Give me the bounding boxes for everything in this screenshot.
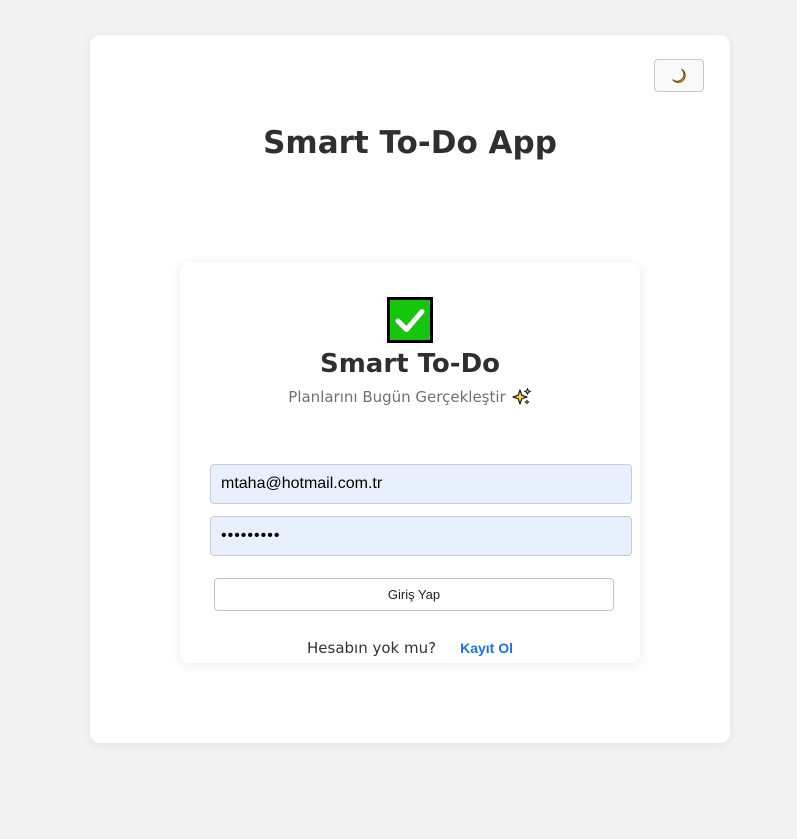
email-field[interactable] (210, 464, 632, 504)
subtitle: Planlarını Bugün Gerçekleştir (180, 386, 640, 408)
page-title: Smart To-Do App (263, 125, 557, 161)
login-button[interactable]: Giriş Yap (214, 578, 614, 611)
subtitle-text: Planlarını Bugün Gerçekleştir (288, 388, 506, 406)
password-field[interactable] (210, 516, 632, 556)
register-prompt-text: Hesabın yok mu? (307, 639, 437, 657)
app-container: Smart To-Do App Smart To-Do Planlarını B… (90, 35, 730, 743)
register-prompt: Hesabın yok mu? Kayıt Ol (180, 637, 640, 659)
sparkles-icon (512, 388, 531, 405)
register-link[interactable]: Kayıt Ol (460, 637, 513, 659)
theme-toggle-button[interactable] (654, 59, 704, 92)
login-title: Smart To-Do (319, 349, 501, 379)
check-mark-button-icon (387, 297, 433, 343)
login-card: Smart To-Do Planlarını Bugün Gerçekleşti… (180, 262, 640, 663)
crescent-moon-icon (672, 68, 686, 83)
